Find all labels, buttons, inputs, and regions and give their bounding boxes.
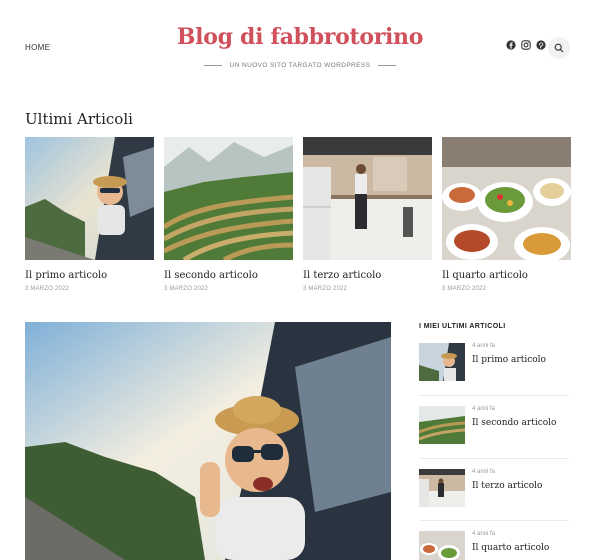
- article-date: 3 MARZO 2022: [164, 286, 209, 292]
- article-image-food-table[interactable]: [442, 137, 571, 260]
- facebook-icon[interactable]: [505, 39, 516, 50]
- article-image-kitchen[interactable]: [303, 137, 432, 260]
- article-grid: Il primo articolo 3 MARZO 2022 Il second…: [25, 137, 571, 292]
- sidebar-post-thumbnail[interactable]: [419, 343, 465, 381]
- article-title-link[interactable]: Il terzo articolo: [303, 270, 432, 281]
- pinterest-icon[interactable]: [535, 39, 546, 50]
- sidebar-post-time: 4 anni fa: [472, 531, 496, 537]
- article-card: Il secondo articolo 3 MARZO 2022: [164, 137, 293, 292]
- site-tagline: UN NUOVO SITO TARGATO WORDPRESS: [229, 62, 371, 69]
- tagline-divider-right: [378, 65, 397, 66]
- sidebar-divider: [419, 458, 569, 459]
- sidebar-divider: [419, 395, 569, 396]
- instagram-icon[interactable]: [520, 39, 531, 50]
- featured-article-image[interactable]: [25, 322, 391, 560]
- sidebar-post-title[interactable]: Il secondo articolo: [472, 418, 556, 428]
- tagline-divider-left: [203, 65, 222, 66]
- sidebar-post-time: 4 anni fa: [472, 406, 496, 412]
- sidebar-post-title[interactable]: Il quarto articolo: [472, 543, 549, 553]
- sidebar-post-time: 4 anni fa: [472, 343, 496, 349]
- sidebar-post-item[interactable]: 4 anni fa Il primo articolo: [419, 343, 569, 383]
- sidebar-post-thumbnail[interactable]: [419, 469, 465, 507]
- article-title-link[interactable]: Il primo articolo: [25, 270, 154, 281]
- sidebar-post-item[interactable]: 4 anni fa Il secondo articolo: [419, 406, 569, 446]
- sidebar-post-item[interactable]: 4 anni fa Il terzo articolo: [419, 469, 569, 509]
- article-card: Il terzo articolo 3 MARZO 2022: [303, 137, 432, 292]
- social-links: [505, 39, 546, 50]
- section-title: Ultimi Articoli: [25, 110, 133, 128]
- sidebar-post-time: 4 anni fa: [472, 469, 496, 475]
- sidebar-post-item[interactable]: 4 anni fa Il quarto articolo: [419, 531, 569, 560]
- article-image-child-car[interactable]: [25, 137, 154, 260]
- sidebar-post-thumbnail[interactable]: [419, 531, 465, 560]
- article-date: 3 MARZO 2022: [442, 286, 487, 292]
- article-title-link[interactable]: Il secondo articolo: [164, 270, 293, 281]
- sidebar-title: I MIEI ULTIMI ARTICOLI: [419, 323, 506, 330]
- sidebar-post-title[interactable]: Il primo articolo: [472, 355, 546, 365]
- article-date: 3 MARZO 2022: [303, 286, 348, 292]
- article-card: Il primo articolo 3 MARZO 2022: [25, 137, 154, 292]
- search-icon: [554, 43, 564, 53]
- article-image-rice-terraces[interactable]: [164, 137, 293, 260]
- sidebar-post-thumbnail[interactable]: [419, 406, 465, 444]
- tagline-row: UN NUOVO SITO TARGATO WORDPRESS: [0, 62, 600, 69]
- article-card: Il quarto articolo 3 MARZO 2022: [442, 137, 571, 292]
- sidebar-post-title[interactable]: Il terzo articolo: [472, 481, 542, 491]
- article-date: 3 MARZO 2022: [25, 286, 70, 292]
- sidebar-divider: [419, 520, 569, 521]
- article-title-link[interactable]: Il quarto articolo: [442, 270, 571, 281]
- search-button[interactable]: [548, 37, 570, 59]
